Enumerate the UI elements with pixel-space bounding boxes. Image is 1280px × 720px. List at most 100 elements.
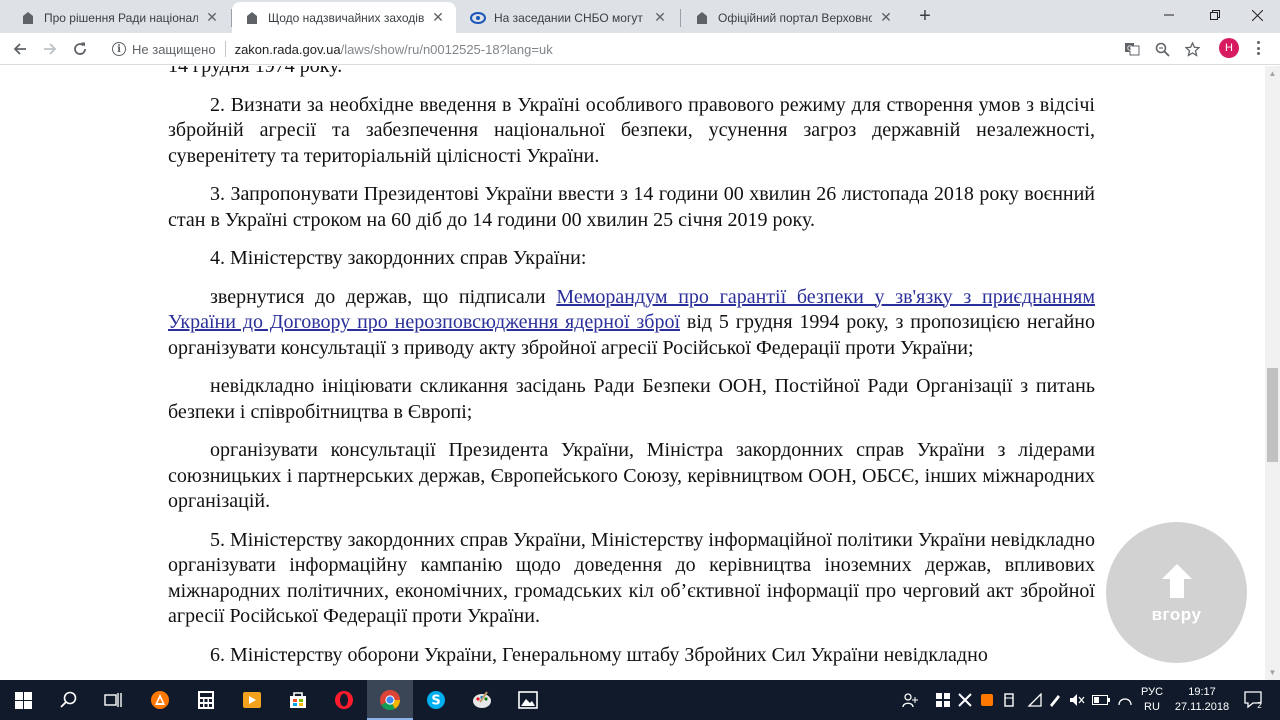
- skype-icon: S: [427, 691, 445, 709]
- avast-icon: [151, 691, 169, 709]
- tab-title: Щодо надзвичайних заходів із з...: [268, 10, 424, 25]
- notification-count: 2: [1257, 701, 1262, 709]
- rada-emblem-icon: [244, 10, 260, 26]
- opera-icon: [335, 691, 353, 709]
- browser-menu-button[interactable]: [1251, 39, 1265, 57]
- input-language[interactable]: РУС RU: [1138, 685, 1166, 715]
- url-path: /laws/show/ru/n0012525-18?lang=uk: [340, 41, 553, 57]
- taskbar-app-opera[interactable]: [321, 680, 367, 720]
- close-window-button[interactable]: [1234, 0, 1280, 30]
- paragraph-4-memorandum: звернутися до держав, що підписали Мемор…: [168, 285, 1095, 362]
- taskbar-app-skype[interactable]: S: [413, 680, 459, 720]
- tab-official-portal[interactable]: Офіційний портал Верховної Ра... ✕: [682, 2, 904, 33]
- tab-title: На заседании СНБО могут ввест...: [494, 10, 646, 25]
- bookmark-star-icon[interactable]: [1183, 40, 1201, 58]
- scroll-down-arrow-icon[interactable]: ▼: [1265, 665, 1280, 680]
- ime-icon[interactable]: [1116, 690, 1134, 710]
- close-icon[interactable]: ✕: [204, 9, 220, 26]
- media-player-icon: [243, 692, 261, 708]
- tab-strip: Про рішення Ради національ... ✕ Щодо над…: [0, 0, 1280, 33]
- security-status: Не защищено: [132, 41, 216, 57]
- search-button[interactable]: [46, 680, 92, 720]
- task-view-icon: [104, 693, 122, 707]
- scroll-to-top-button[interactable]: вгору: [1106, 522, 1247, 663]
- calculator-icon: [198, 691, 214, 709]
- svg-text:S: S: [431, 694, 440, 709]
- restore-button[interactable]: [1192, 0, 1238, 30]
- close-icon[interactable]: ✕: [878, 9, 894, 26]
- paragraph-4: 4. Міністерству закордонних справ Україн…: [210, 247, 587, 269]
- people-icon[interactable]: [901, 690, 919, 710]
- paragraph-1-tail: 14 грудня 1974 року.: [168, 66, 343, 77]
- taskbar-app-paint[interactable]: [459, 680, 505, 720]
- back-button[interactable]: [8, 37, 32, 61]
- info-icon[interactable]: i: [112, 42, 126, 56]
- notification-icon: 2: [1244, 691, 1262, 709]
- paragraph-2: 2. Визнати за необхідне введення в Украї…: [168, 93, 1095, 167]
- tray-app-icon[interactable]: [934, 690, 952, 710]
- divider: [224, 41, 226, 57]
- input-language-code: РУС: [1140, 686, 1164, 698]
- action-center-button[interactable]: 2: [1238, 690, 1268, 710]
- photos-icon: [518, 691, 538, 709]
- tab-separator: [680, 9, 681, 27]
- tab-rada-decision[interactable]: Про рішення Ради національ... ✕: [8, 2, 230, 33]
- paragraph-4-consultations: організувати консультації Президента Укр…: [168, 439, 1095, 512]
- translate-icon[interactable]: G: [1123, 40, 1141, 58]
- svg-text:G: G: [1127, 45, 1132, 53]
- page-scrollbar[interactable]: ▲ ▼: [1265, 66, 1280, 680]
- news-site-icon: [470, 10, 486, 26]
- search-icon: [60, 691, 77, 708]
- taskbar-clock[interactable]: 19:17 27.11.2018: [1172, 685, 1232, 715]
- chrome-icon: [380, 690, 401, 711]
- tab-nsdc-meeting[interactable]: На заседании СНБО могут ввест... ✕: [458, 2, 678, 33]
- tab-title: Офіційний портал Верховної Ра...: [718, 10, 872, 25]
- windows-taskbar: S РУС RU 19:17 27.11.2018 2: [0, 680, 1280, 720]
- rada-emblem-icon: [694, 10, 710, 26]
- clock-time: 19:17: [1188, 686, 1216, 698]
- input-language-short: RU: [1144, 701, 1160, 713]
- arrow-up-icon: [1161, 563, 1192, 598]
- close-icon[interactable]: ✕: [652, 9, 668, 26]
- reload-button[interactable]: [68, 37, 92, 61]
- tray-usb-icon[interactable]: [1000, 690, 1018, 710]
- forward-button[interactable]: [38, 37, 62, 61]
- paint-icon: [473, 691, 491, 708]
- scroll-thumb[interactable]: [1267, 368, 1278, 462]
- paragraph-6: 6. Міністерству оборони України, Генерал…: [210, 643, 988, 666]
- taskbar-app-photos[interactable]: [505, 680, 551, 720]
- task-view-button[interactable]: [90, 680, 136, 720]
- minimize-button[interactable]: [1146, 0, 1192, 30]
- taskbar-app-media-player[interactable]: [229, 680, 275, 720]
- taskbar-app-store[interactable]: [275, 680, 321, 720]
- new-tab-button[interactable]: +: [913, 4, 937, 28]
- zoom-icon[interactable]: [1153, 40, 1171, 58]
- windows-logo-icon: [14, 691, 32, 709]
- tab-emergency-measures[interactable]: Щодо надзвичайних заходів із з... ✕: [232, 2, 456, 33]
- taskbar-app-calculator[interactable]: [183, 680, 229, 720]
- page-viewport: 14 грудня 1974 року. 2. Визнати за необх…: [0, 66, 1265, 680]
- clock-date: 27.11.2018: [1174, 701, 1230, 713]
- start-button[interactable]: [0, 680, 46, 720]
- rada-emblem-icon: [20, 10, 36, 26]
- scroll-up-arrow-icon[interactable]: ▲: [1265, 66, 1280, 81]
- volume-icon[interactable]: [1068, 690, 1086, 710]
- pen-icon[interactable]: [1046, 690, 1064, 710]
- profile-avatar[interactable]: H: [1219, 38, 1239, 58]
- address-bar[interactable]: i Не защищено zakon.rada.gov.ua/laws/sho…: [100, 36, 1212, 62]
- tab-title: Про рішення Ради національ...: [44, 10, 198, 25]
- battery-icon[interactable]: [1092, 690, 1110, 710]
- law-document: 14 грудня 1974 року. 2. Визнати за необх…: [168, 66, 1095, 680]
- close-icon[interactable]: ✕: [430, 9, 446, 26]
- paragraph-3: 3. Запропонувати Президентові України вв…: [168, 183, 1095, 231]
- store-icon: [290, 692, 306, 708]
- scroll-to-top-label: вгору: [1151, 604, 1202, 624]
- tray-avast-icon[interactable]: [978, 690, 996, 710]
- tray-tools-icon[interactable]: [956, 690, 974, 710]
- paragraph-5: 5. Міністерству закордонних справ Україн…: [168, 528, 1095, 628]
- taskbar-app-chrome[interactable]: [367, 680, 413, 720]
- wifi-icon[interactable]: [1026, 690, 1044, 710]
- taskbar-app-avast[interactable]: [137, 680, 183, 720]
- url-host: zakon.rada.gov.ua: [234, 41, 341, 57]
- paragraph-text: звернутися до держав, що підписали: [210, 285, 557, 308]
